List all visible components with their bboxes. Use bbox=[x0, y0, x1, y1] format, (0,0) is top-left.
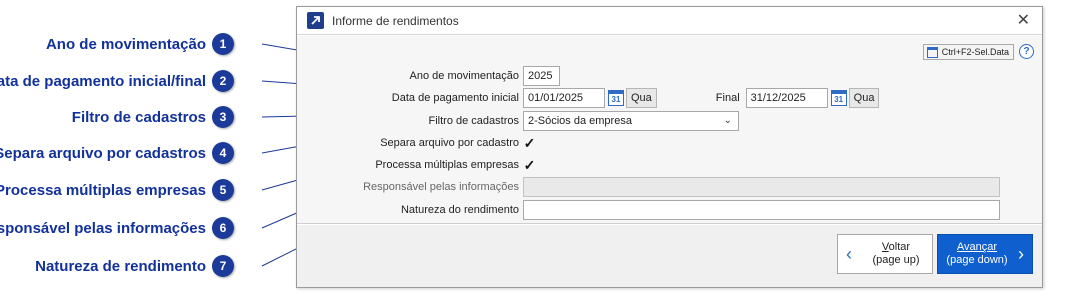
responsavel-input bbox=[523, 177, 1000, 197]
callout-label: Separa arquivo por cadastros bbox=[0, 144, 206, 162]
natureza-input[interactable] bbox=[523, 200, 1000, 220]
chevron-left-icon: ‹ bbox=[846, 243, 852, 264]
data-final-input[interactable]: 31/12/2025 bbox=[745, 88, 828, 108]
callout-1: Ano de movimentação 1 bbox=[46, 33, 234, 55]
chevron-down-icon: ⌄ bbox=[723, 115, 732, 126]
data-inicial-input[interactable]: 01/01/2025 bbox=[523, 88, 605, 108]
data-final-label: Final bbox=[715, 92, 740, 104]
shortcut-button-label: Ctrl+F2-Sel.Data bbox=[941, 47, 1009, 57]
data-inicial-label: Data de pagamento inicial bbox=[391, 92, 519, 104]
app-arrow-icon bbox=[307, 12, 324, 29]
callout-2: Data de pagamento inicial/final 2 bbox=[0, 70, 234, 92]
row-processa: Processa múltiplas empresas ✓ bbox=[297, 155, 536, 175]
avancar-button[interactable]: Avançar (page down) › bbox=[937, 234, 1033, 274]
calendar-icon[interactable]: 31 bbox=[830, 90, 847, 106]
callout-3: Filtro de cadastros 3 bbox=[72, 106, 234, 128]
processa-checkbox[interactable]: ✓ bbox=[523, 158, 536, 172]
separa-label: Separa arquivo por cadastro bbox=[380, 137, 519, 149]
calendar-icon bbox=[926, 46, 938, 58]
natureza-label: Natureza do rendimento bbox=[400, 204, 519, 216]
callout-number-badge: 4 bbox=[212, 142, 234, 164]
callout-label: Ano de movimentação bbox=[45, 35, 206, 53]
processa-label: Processa múltiplas empresas bbox=[375, 159, 519, 171]
callout-number-badge: 7 bbox=[212, 255, 234, 277]
voltar-shortcut: (page up) bbox=[872, 254, 920, 266]
callout-number-badge: 5 bbox=[212, 179, 234, 201]
data-inicial-weekday: Qua bbox=[626, 88, 657, 108]
select-date-shortcut-button[interactable]: Ctrl+F2-Sel.Data bbox=[922, 44, 1014, 60]
row-datas: Data de pagamento inicial 01/01/2025 31 … bbox=[297, 88, 880, 108]
dialog-titlebar: Informe de rendimentos ✕ bbox=[297, 7, 1042, 35]
ano-input[interactable]: 2025 bbox=[523, 66, 560, 86]
row-responsavel: Responsável pelas informações bbox=[297, 177, 1000, 197]
voltar-button[interactable]: ‹ Voltar (page up) bbox=[837, 234, 933, 274]
callout-number-badge: 1 bbox=[212, 33, 234, 55]
ano-label: Ano de movimentação bbox=[409, 70, 519, 82]
callout-label: Processa múltiplas empresas bbox=[0, 181, 206, 199]
callout-number-badge: 6 bbox=[212, 217, 234, 239]
voltar-label-rest: oltar bbox=[888, 241, 911, 253]
avancar-label-rest: vançar bbox=[964, 241, 998, 253]
data-final-weekday: Qua bbox=[848, 88, 880, 108]
row-separa: Separa arquivo por cadastro ✓ bbox=[297, 133, 536, 153]
close-icon[interactable]: ✕ bbox=[1017, 13, 1030, 29]
row-filtro: Filtro de cadastros 2-Sócios da empresa … bbox=[297, 111, 739, 131]
dialog-content: Ctrl+F2-Sel.Data ? Ano de movimentação 2… bbox=[297, 36, 1042, 224]
callout-6: Responsável pelas informações 6 bbox=[0, 217, 234, 239]
avancar-accelerator: A bbox=[956, 241, 965, 253]
callout-7: Natureza de rendimento 7 bbox=[35, 255, 234, 277]
filtro-cadastros-select[interactable]: 2-Sócios da empresa ⌄ bbox=[523, 111, 739, 131]
dialog-title: Informe de rendimentos bbox=[332, 13, 459, 28]
avancar-shortcut: (page down) bbox=[946, 254, 1008, 266]
callout-label: Natureza de rendimento bbox=[35, 257, 206, 275]
filtro-label: Filtro de cadastros bbox=[428, 115, 519, 127]
responsavel-label: Responsável pelas informações bbox=[363, 181, 519, 193]
callout-number-badge: 3 bbox=[212, 106, 234, 128]
callout-5: Processa múltiplas empresas 5 bbox=[0, 179, 234, 201]
row-ano: Ano de movimentação 2025 bbox=[297, 66, 560, 86]
chevron-right-icon: › bbox=[1018, 243, 1024, 264]
row-natureza: Natureza do rendimento bbox=[297, 200, 1000, 220]
informe-rendimentos-dialog: Informe de rendimentos ✕ Ctrl+F2-Sel.Dat… bbox=[296, 6, 1043, 288]
callout-4: Separa arquivo por cadastros 4 bbox=[0, 142, 234, 164]
callout-label: Filtro de cadastros bbox=[71, 108, 206, 126]
voltar-accelerator: V bbox=[881, 241, 889, 253]
voltar-button-label: Voltar (page up) bbox=[860, 241, 932, 267]
calendar-icon[interactable]: 31 bbox=[608, 90, 624, 106]
callout-label: Responsável pelas informações bbox=[0, 219, 206, 237]
help-icon[interactable]: ? bbox=[1019, 44, 1034, 59]
callout-label: Data de pagamento inicial/final bbox=[0, 72, 206, 90]
callout-number-badge: 2 bbox=[212, 70, 234, 92]
dialog-footer: ‹ Voltar (page up) Avançar (page down) › bbox=[297, 225, 1042, 287]
filtro-selected-value: 2-Sócios da empresa bbox=[528, 115, 632, 127]
avancar-button-label: Avançar (page down) bbox=[938, 241, 1010, 267]
separa-checkbox[interactable]: ✓ bbox=[523, 136, 536, 150]
